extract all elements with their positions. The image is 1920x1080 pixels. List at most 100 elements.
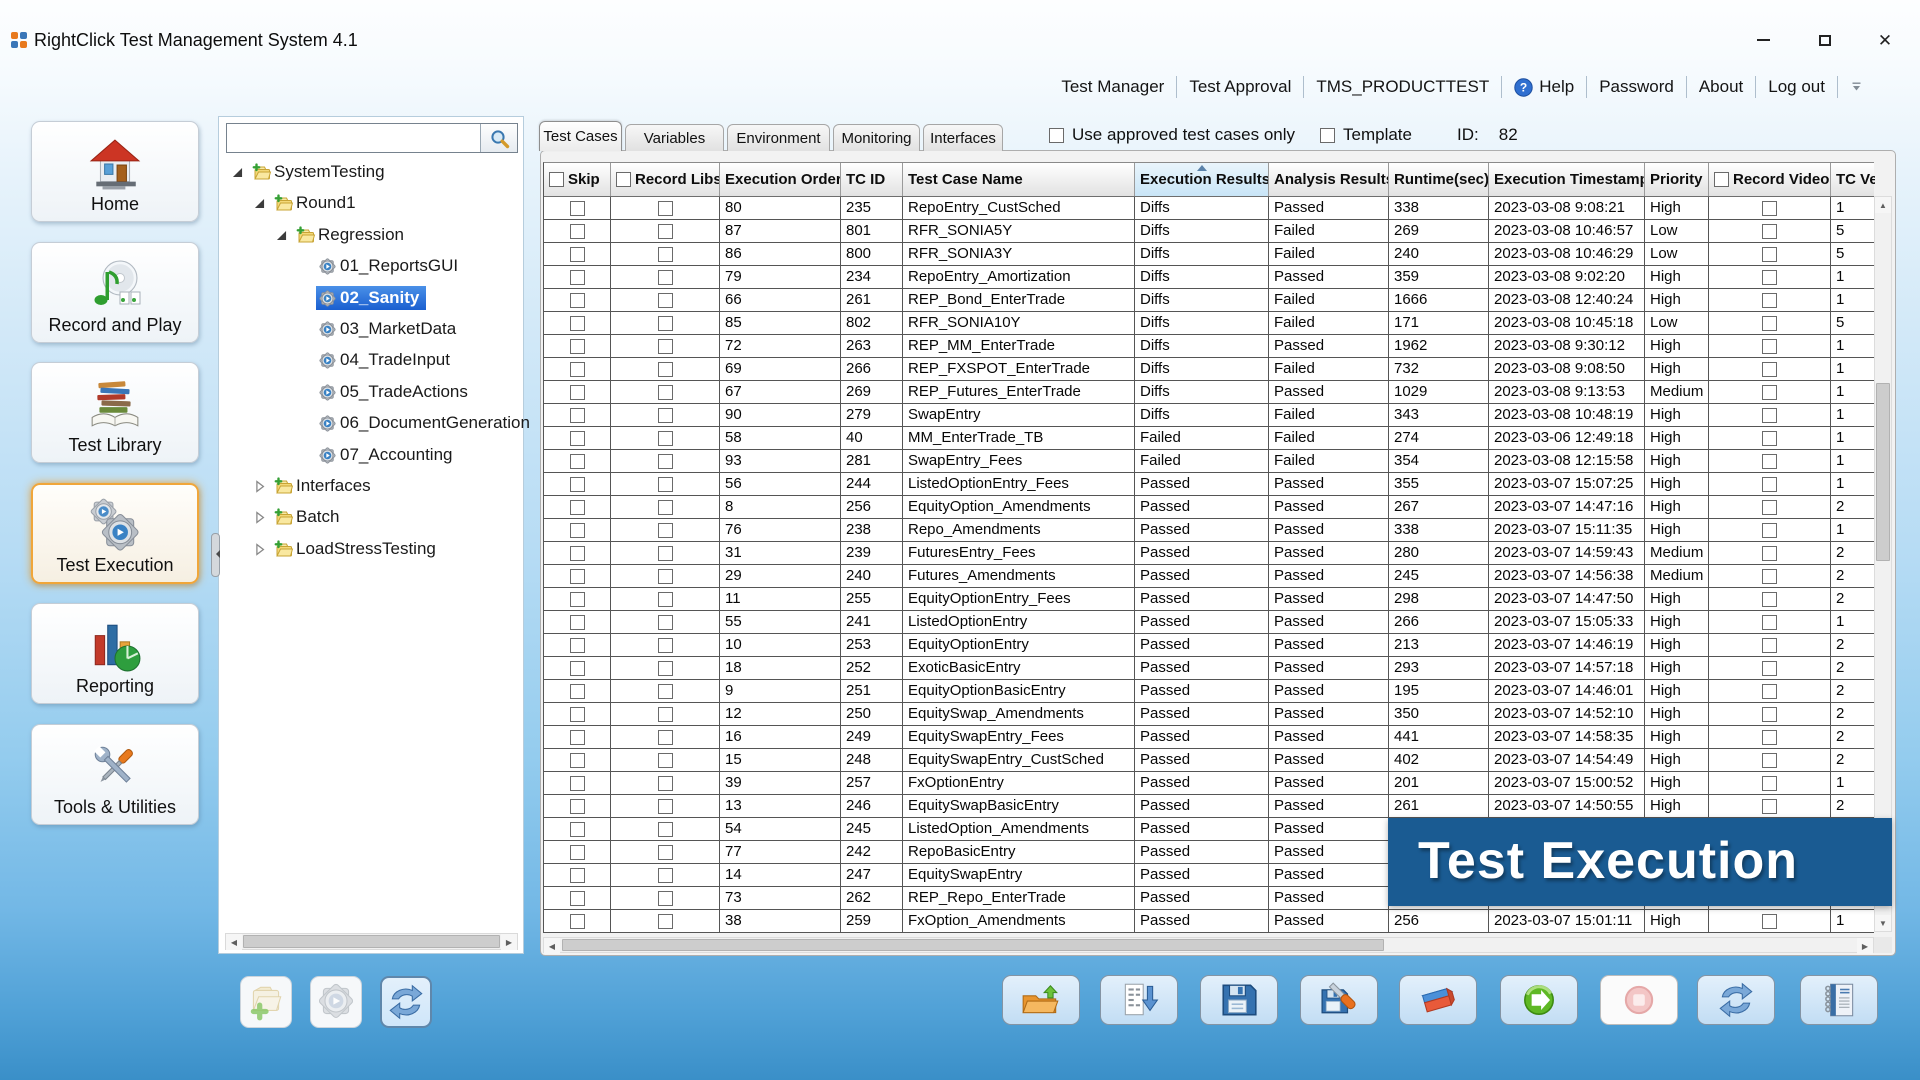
skip-checkbox[interactable]	[570, 776, 585, 791]
table-row[interactable]: 93281SwapEntry_FeesFailedFailed3542023-0…	[544, 450, 1874, 473]
record-libs-checkbox[interactable]	[658, 431, 673, 446]
sidebar-item-tools-utilities[interactable]: Tools & Utilities	[31, 724, 199, 825]
scroll-left-icon[interactable]: ◀	[544, 938, 560, 954]
table-row[interactable]: 18252ExoticBasicEntryPassedPassed2932023…	[544, 657, 1874, 680]
record-libs-checkbox[interactable]	[658, 362, 673, 377]
grid-vscroll-thumb[interactable]	[1876, 383, 1890, 561]
record-libs-checkbox[interactable]	[658, 615, 673, 630]
table-row[interactable]: 67269REP_Futures_EnterTradeDiffsPassed10…	[544, 381, 1874, 404]
record-video-checkbox[interactable]	[1762, 799, 1777, 814]
tree-item-04-tradeinput[interactable]: 04_TradeInput	[219, 345, 523, 375]
expander-expanded-icon[interactable]	[253, 197, 266, 210]
tab-test-cases[interactable]: Test Cases	[539, 121, 622, 151]
tree-item-01-reportsgui[interactable]: 01_ReportsGUI	[219, 251, 523, 281]
record-libs-checkbox[interactable]	[658, 293, 673, 308]
tree-item-06-documentgeneration[interactable]: 06_DocumentGeneration	[219, 408, 523, 438]
refresh-button[interactable]	[1697, 975, 1775, 1025]
table-row[interactable]: 39257FxOptionEntryPassedPassed2012023-03…	[544, 772, 1874, 795]
skip-checkbox[interactable]	[570, 845, 585, 860]
stop-button[interactable]	[1600, 975, 1678, 1025]
record-video-checkbox[interactable]	[1762, 638, 1777, 653]
skip-checkbox[interactable]	[570, 799, 585, 814]
record-video-checkbox[interactable]	[1762, 339, 1777, 354]
close-button[interactable]: ✕	[1872, 28, 1898, 52]
tree-horizontal-scrollbar[interactable]: ◀ ▶	[225, 933, 518, 950]
menu-item-tms-producttest[interactable]: TMS_PRODUCTTEST	[1304, 77, 1501, 97]
column-header-runtime-sec[interactable]: Runtime(sec)	[1389, 163, 1489, 196]
sidebar-item-test-execution[interactable]: Test Execution	[31, 483, 199, 584]
record-libs-checkbox[interactable]	[658, 500, 673, 515]
tree-item-loadstresstesting[interactable]: LoadStressTesting	[219, 534, 523, 564]
column-header-tc-id[interactable]: TC ID	[841, 163, 903, 196]
scroll-left-icon[interactable]: ◀	[226, 934, 242, 950]
tree-item-02-sanity[interactable]: 02_Sanity	[219, 283, 523, 313]
skip-checkbox[interactable]	[570, 293, 585, 308]
scroll-up-icon[interactable]: ▲	[1875, 197, 1891, 213]
minimize-button[interactable]	[1750, 28, 1776, 52]
record-libs-checkbox[interactable]	[658, 247, 673, 262]
record-video-checkbox[interactable]	[1762, 546, 1777, 561]
column-header-analysis-results[interactable]: Analysis Results	[1269, 163, 1389, 196]
search-input[interactable]	[227, 124, 480, 152]
table-row[interactable]: 72263REP_MM_EnterTradeDiffsPassed1962202…	[544, 335, 1874, 358]
table-row[interactable]: 31239FuturesEntry_FeesPassedPassed280202…	[544, 542, 1874, 565]
template-checkbox[interactable]	[1320, 128, 1335, 143]
maximize-button[interactable]	[1812, 28, 1838, 52]
column-header-execution-order[interactable]: Execution Order	[720, 163, 841, 196]
tree-item-07-accounting[interactable]: 07_Accounting	[219, 440, 523, 470]
skip-checkbox[interactable]	[570, 546, 585, 561]
record-libs-checkbox[interactable]	[658, 592, 673, 607]
skip-checkbox[interactable]	[570, 339, 585, 354]
skip-checkbox[interactable]	[570, 431, 585, 446]
table-row[interactable]: 5840MM_EnterTrade_TBFailedFailed2742023-…	[544, 427, 1874, 450]
panel-splitter-handle[interactable]	[211, 533, 220, 577]
skip-checkbox[interactable]	[570, 661, 585, 676]
record-video-checkbox[interactable]	[1762, 753, 1777, 768]
record-video-checkbox[interactable]	[1762, 270, 1777, 285]
table-row[interactable]: 56244ListedOptionEntry_FeesPassedPassed3…	[544, 473, 1874, 496]
table-row[interactable]: 87801RFR_SONIA5YDiffsFailed2692023-03-08…	[544, 220, 1874, 243]
record-video-checkbox[interactable]	[1762, 592, 1777, 607]
table-row[interactable]: 16249EquitySwapEntry_FeesPassedPassed441…	[544, 726, 1874, 749]
table-row[interactable]: 15248EquitySwapEntry_CustSchedPassedPass…	[544, 749, 1874, 772]
record-video-checkbox[interactable]	[1762, 730, 1777, 745]
menu-item-log-out[interactable]: Log out	[1756, 77, 1837, 97]
record-video-checkbox[interactable]	[1762, 776, 1777, 791]
record-libs-checkbox[interactable]	[658, 224, 673, 239]
table-row[interactable]: 90279SwapEntryDiffsFailed3432023-03-08 1…	[544, 404, 1874, 427]
open-button[interactable]	[1002, 975, 1080, 1025]
skip-checkbox[interactable]	[570, 362, 585, 377]
record-libs-checkbox[interactable]	[658, 339, 673, 354]
expander-expanded-icon[interactable]	[231, 166, 244, 179]
new-testset-button[interactable]	[310, 976, 362, 1028]
table-row[interactable]: 10253EquityOptionEntryPassedPassed213202…	[544, 634, 1874, 657]
grid-horizontal-scrollbar[interactable]: ◀ ▶	[543, 937, 1874, 953]
tree-scroll-thumb[interactable]	[243, 935, 500, 948]
record-libs-checkbox[interactable]	[658, 523, 673, 538]
record-libs-checkbox[interactable]	[658, 408, 673, 423]
clear-button[interactable]	[1399, 975, 1477, 1025]
sidebar-item-test-library[interactable]: Test Library	[31, 362, 199, 463]
report-button[interactable]	[1800, 975, 1878, 1025]
skip-checkbox[interactable]	[570, 615, 585, 630]
tree-item-round1[interactable]: Round1	[219, 188, 523, 218]
skip-checkbox[interactable]	[570, 523, 585, 538]
tree-item-batch[interactable]: Batch	[219, 502, 523, 532]
menu-item-password[interactable]: Password	[1587, 77, 1686, 97]
skip-checkbox[interactable]	[570, 569, 585, 584]
record-libs-checkbox[interactable]	[658, 684, 673, 699]
skip-checkbox[interactable]	[570, 822, 585, 837]
tree-item-interfaces[interactable]: Interfaces	[219, 471, 523, 501]
expander-expanded-icon[interactable]	[275, 229, 288, 242]
record-libs-checkbox[interactable]	[658, 753, 673, 768]
skip-checkbox[interactable]	[570, 914, 585, 929]
grid-hscroll-thumb[interactable]	[562, 939, 1384, 951]
sidebar-item-reporting[interactable]: Reporting	[31, 603, 199, 704]
use-approved-checkbox[interactable]	[1049, 128, 1064, 143]
import-list-button[interactable]	[1100, 975, 1178, 1025]
record-video-checkbox[interactable]	[1762, 569, 1777, 584]
header-checkbox-record-libs[interactable]	[616, 172, 631, 187]
sidebar-item-home[interactable]: Home	[31, 121, 199, 222]
record-libs-checkbox[interactable]	[658, 661, 673, 676]
column-header-record-video[interactable]: Record Video	[1709, 163, 1831, 196]
